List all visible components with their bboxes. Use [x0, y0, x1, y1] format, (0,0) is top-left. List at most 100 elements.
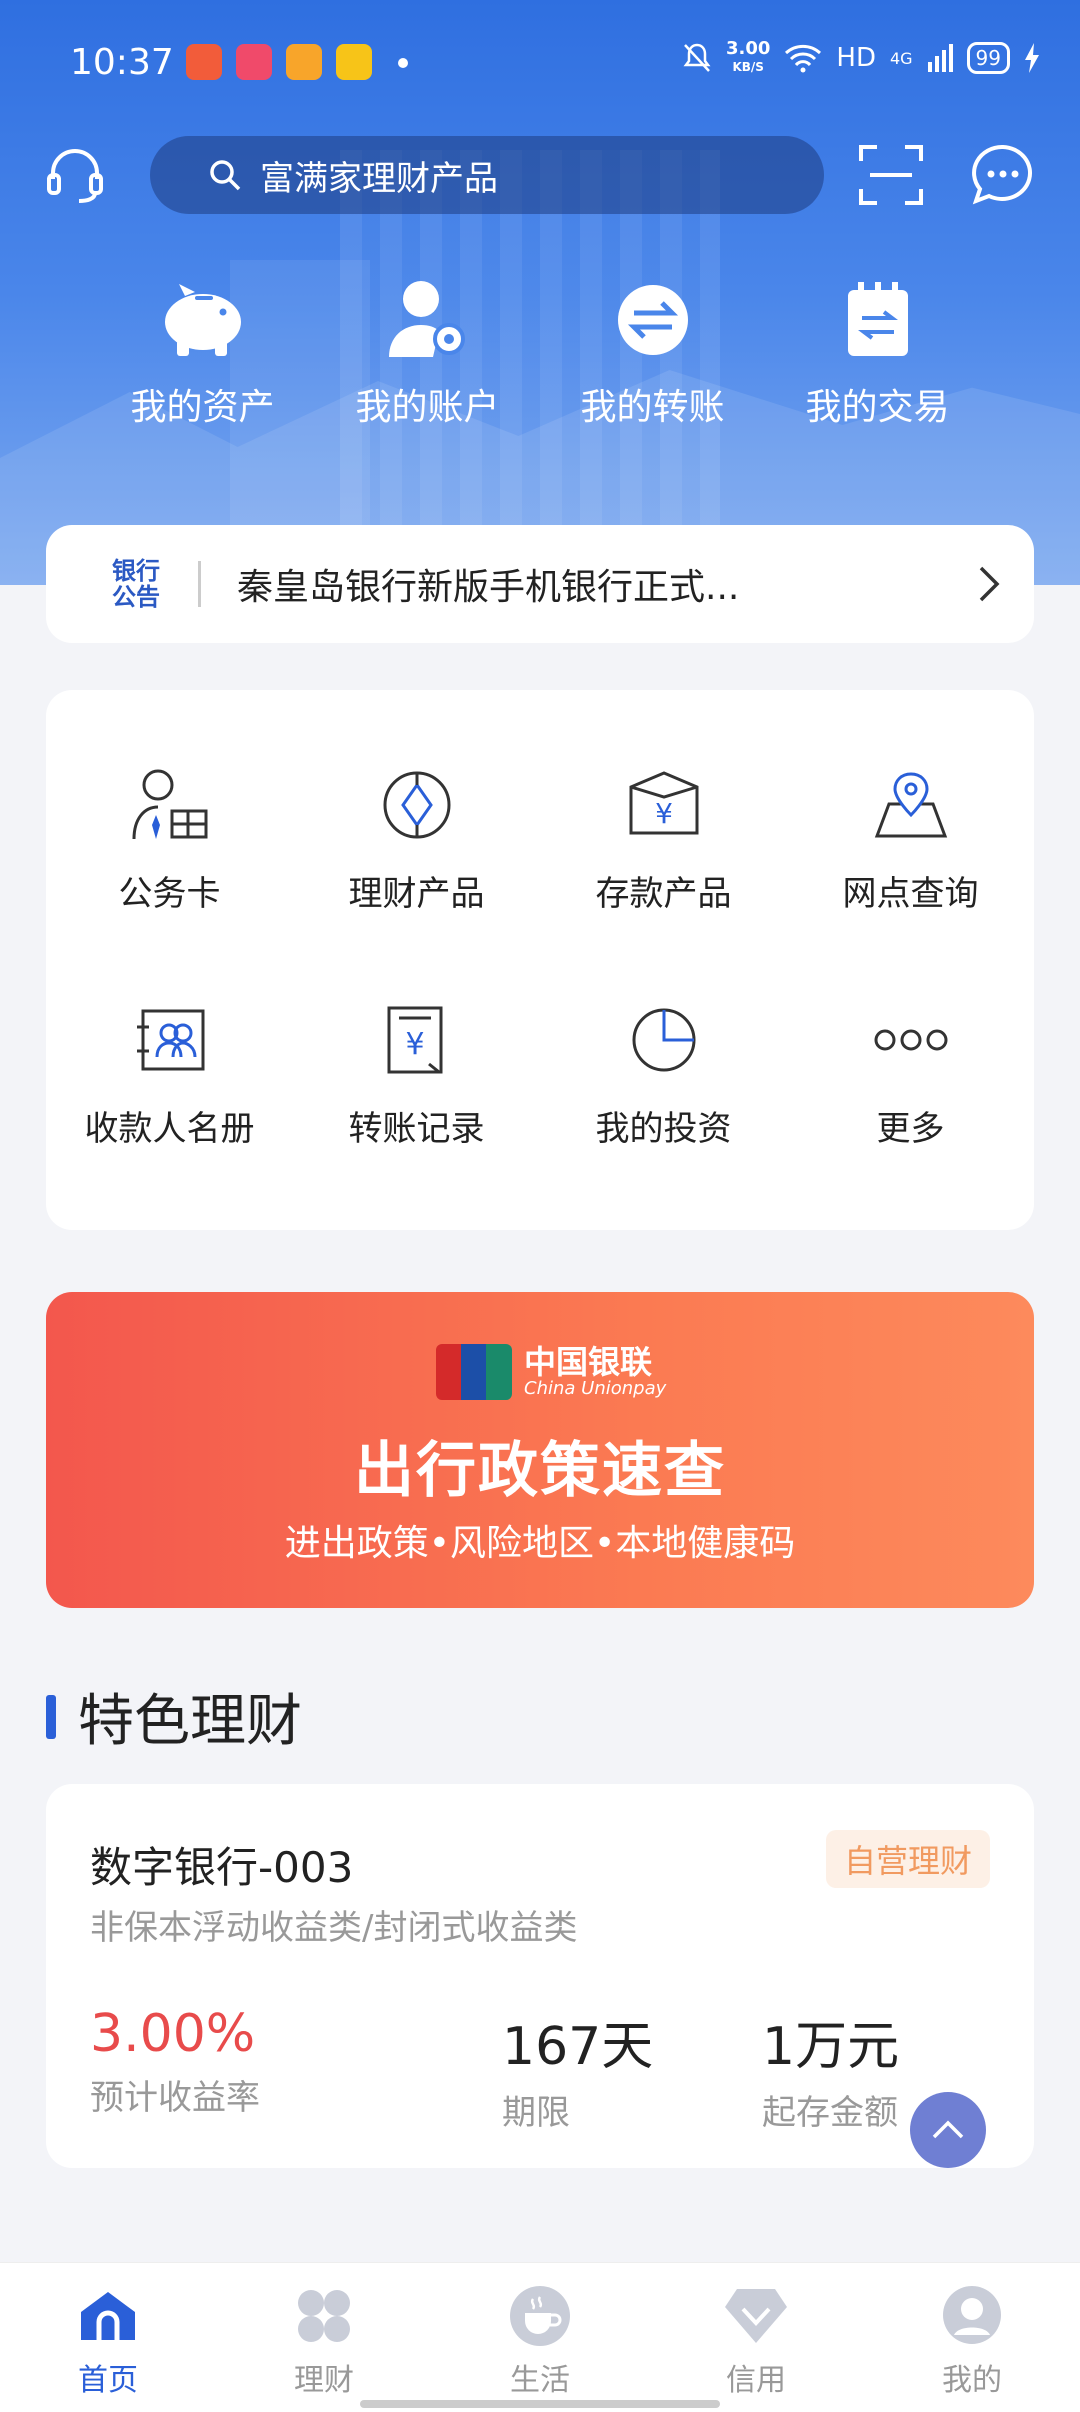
grid-item-my-investments[interactable]: 我的投资: [540, 995, 787, 1150]
grid-item-wealth-products[interactable]: 理财产品: [293, 760, 540, 915]
banner-title: 出行政策速查: [354, 1436, 726, 1506]
top-bar: 富满家理财产品: [0, 130, 1080, 220]
payee-list-icon: [136, 1009, 204, 1071]
message-icon: [972, 144, 1033, 205]
search-icon: [210, 160, 241, 191]
unionpay-brand: 中国银联 China Unionpay: [524, 1345, 666, 1399]
search-placeholder: 富满家理财产品: [260, 158, 498, 199]
announcement-tag-line: 公告: [112, 583, 160, 611]
search-bar[interactable]: 富满家理财产品: [150, 136, 824, 214]
announcement-text: 秦皇岛银行新版手机银行正式...: [237, 567, 740, 608]
quick-action-label: 我的转账: [580, 387, 725, 428]
network-speed: 3.00 KB/S: [726, 40, 770, 76]
wealth-product-icon: [383, 771, 450, 839]
grid-item-more[interactable]: 更多: [787, 995, 1034, 1150]
quick-action-label: 我的资产: [130, 387, 275, 428]
svg-text:¥: ¥: [655, 797, 673, 830]
tab-label: 信用: [726, 2363, 786, 2398]
product-badge: 自营理财: [825, 1830, 990, 1888]
grid-item-label: 网点查询: [842, 874, 979, 914]
clover-icon: [298, 2290, 350, 2342]
quick-action-my-account[interactable]: 我的账户: [315, 270, 540, 440]
product-card[interactable]: 数字银行-003 自营理财 非保本浮动收益类/封闭式收益类 3.00% 预计收益…: [46, 1784, 1034, 2168]
grid-item-label: 转账记录: [348, 1109, 485, 1149]
tab-life[interactable]: 生活: [432, 2263, 648, 2412]
network-type: 4G: [889, 48, 913, 68]
metric-label: 起存金额: [762, 2093, 898, 2133]
app-notification-icon: [286, 44, 322, 80]
quick-action-my-transactions[interactable]: 我的交易: [765, 270, 990, 440]
tab-credit[interactable]: 信用: [648, 2263, 864, 2412]
section-accent-bar: [46, 1694, 56, 1739]
notification-app-icons: [186, 44, 372, 80]
grid-item-branch-query[interactable]: 网点查询: [787, 760, 1034, 915]
metric-rate: 3.00% 预计收益率: [90, 2004, 260, 2119]
tab-mine[interactable]: 我的: [864, 2263, 1080, 2412]
more-notifications-dot: [398, 58, 408, 68]
grid-item-label: 我的投资: [595, 1109, 732, 1149]
metric-value: 3.00%: [90, 2004, 256, 2064]
status-bar: 10:37 3.00 KB/S HD 4G 99: [0, 0, 1080, 130]
section-header: 特色理财: [46, 1676, 302, 1757]
grid-item-label: 公务卡: [118, 874, 221, 914]
promo-banner[interactable]: 中国银联 China Unionpay 出行政策速查 进出政策•风险地区•本地健…: [46, 1292, 1034, 1608]
scan-button[interactable]: [856, 140, 926, 210]
pie-chart-icon: [632, 1008, 695, 1072]
video-app-icon: [236, 44, 272, 80]
grid-item-official-card[interactable]: 公务卡: [46, 760, 293, 915]
transfer-record-icon: ¥: [387, 1006, 442, 1074]
tab-label: 首页: [78, 2363, 138, 2398]
hd-indicator: HD: [836, 43, 876, 73]
tab-wealth[interactable]: 理财: [216, 2263, 432, 2412]
diamond-icon: [725, 2289, 787, 2343]
network-speed-unit: KB/S: [732, 60, 764, 74]
metric-value: 1万元: [762, 2017, 900, 2077]
banner-subtitle: 进出政策•风险地区•本地健康码: [284, 1523, 796, 1564]
mute-bell-icon: [683, 43, 711, 72]
chevron-up-icon: [932, 2120, 964, 2139]
metric-label: 预计收益率: [90, 2078, 260, 2118]
app-notification-icon: [186, 44, 222, 80]
grid-item-payee-list[interactable]: 收款人名册: [46, 995, 293, 1150]
bank-announcement[interactable]: 银行 公告 秦皇岛银行新版手机银行正式...: [46, 525, 1034, 643]
tab-home[interactable]: 首页: [0, 2263, 216, 2412]
piggy-bank-icon: [164, 284, 241, 356]
tab-label: 我的: [942, 2363, 1002, 2398]
transfer-icon: [617, 285, 688, 355]
quick-action-label: 我的账户: [355, 387, 500, 428]
chevron-right-icon: [979, 566, 1000, 602]
metric-term: 167天 期限: [502, 2004, 653, 2134]
section-title: 特色理财: [78, 1689, 302, 1754]
unionpay-logo: 中国银联 China Unionpay: [436, 1344, 666, 1400]
announcement-tag: 银行 公告: [106, 558, 166, 610]
wifi-icon: [785, 44, 822, 73]
product-description: 非保本浮动收益类/封闭式收益类: [90, 1908, 578, 1948]
metric-value: 167天: [502, 2017, 654, 2077]
bottom-tab-bar: 首页 理财 生活 信用 我的: [0, 2262, 1080, 2412]
more-icon: [874, 1029, 947, 1051]
home-icon: [81, 2292, 135, 2340]
branch-locator-icon: [874, 772, 947, 838]
quick-action-my-assets[interactable]: 我的资产: [90, 270, 315, 440]
customer-service-button[interactable]: [40, 140, 110, 210]
quick-actions: 我的资产 我的账户 我的转账 我的交易: [0, 270, 1080, 440]
battery-indicator: 99: [966, 42, 1010, 74]
grid-item-transfer-records[interactable]: ¥ 转账记录: [293, 995, 540, 1150]
unionpay-logo-icon: [436, 1344, 512, 1400]
grid-item-label: 理财产品: [348, 874, 485, 914]
app-notification-icon: [336, 44, 372, 80]
coffee-cup-icon: [510, 2286, 570, 2346]
transaction-icon: [847, 282, 908, 356]
deposit-product-icon: ¥: [629, 771, 698, 835]
status-indicators: 3.00 KB/S HD 4G 99: [682, 40, 1040, 76]
quick-action-label: 我的交易: [805, 387, 950, 428]
charging-icon: [1025, 43, 1039, 73]
metric-label: 期限: [502, 2093, 570, 2133]
back-to-top-button[interactable]: [910, 2092, 986, 2168]
scan-icon: [859, 145, 923, 205]
tab-label: 理财: [294, 2363, 354, 2398]
grid-item-deposit-products[interactable]: ¥ 存款产品: [540, 760, 787, 915]
quick-action-my-transfer[interactable]: 我的转账: [540, 270, 765, 440]
home-indicator[interactable]: [360, 2400, 720, 2408]
messages-button[interactable]: [968, 140, 1038, 210]
